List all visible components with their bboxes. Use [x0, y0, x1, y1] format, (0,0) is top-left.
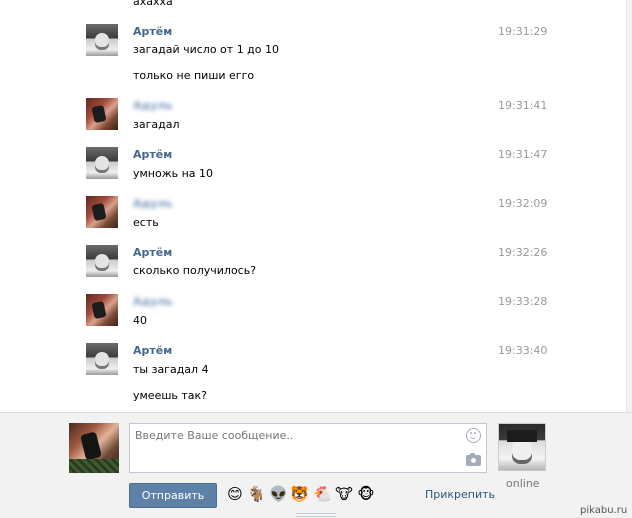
message-input[interactable]: [130, 424, 486, 472]
smile-icon[interactable]: [466, 428, 481, 443]
message-item: Артём 19:33:40 ты загадал 4 умеешь так?: [86, 343, 556, 407]
message-item: Адуль 19:32:09 есть: [86, 196, 556, 232]
author-name[interactable]: Адуль: [133, 99, 173, 112]
avatar[interactable]: [86, 343, 118, 375]
emoji-smile-icon[interactable]: 😊: [226, 485, 244, 503]
avatar[interactable]: [86, 196, 118, 228]
watermark: pikabu.ru: [580, 505, 628, 516]
message-time[interactable]: 19:31:29: [498, 25, 547, 38]
message-item: Адуль 19:33:28 40: [86, 294, 556, 330]
author-name[interactable]: Артём: [133, 148, 172, 161]
message-time[interactable]: 19:31:47: [498, 148, 547, 161]
emoji-goat-icon[interactable]: 🐐: [247, 485, 266, 503]
emoji-cow-icon[interactable]: 🐮: [335, 485, 353, 503]
message-text: 40: [133, 314, 147, 327]
message-history: ахахха Артём 19:31:29 загадай число от 1…: [0, 0, 632, 412]
emoji-tiger-icon[interactable]: 🐯: [290, 485, 309, 503]
message-text: загадал: [133, 118, 180, 131]
message-text: только не пиши егго: [133, 69, 255, 82]
avatar[interactable]: [86, 98, 118, 130]
message-item: Адуль 19:31:41 загадал: [86, 98, 556, 134]
message-input-box: [129, 423, 487, 473]
message-text: ты загадал 4: [133, 363, 209, 376]
resize-handle[interactable]: [296, 513, 336, 517]
camera-icon[interactable]: [466, 453, 481, 466]
message-time[interactable]: 19:32:26: [498, 246, 547, 259]
avatar[interactable]: [86, 147, 118, 179]
message-text: загадай число от 1 до 10: [133, 43, 280, 56]
author-name[interactable]: Адуль: [133, 197, 173, 210]
author-name[interactable]: Артём: [133, 246, 172, 259]
attach-link[interactable]: Прикрепить: [425, 488, 495, 501]
avatar[interactable]: [86, 245, 118, 277]
message-text: умножь на 10: [133, 167, 214, 180]
message-text: умеешь так?: [133, 389, 208, 402]
avatar[interactable]: [86, 294, 118, 326]
emoji-chicken-icon[interactable]: 🐔: [313, 485, 332, 503]
message-time[interactable]: 19:33:40: [498, 344, 547, 357]
author-name[interactable]: Адуль: [133, 295, 173, 308]
message-time[interactable]: 19:31:41: [498, 99, 547, 112]
message-text: ахахха: [133, 0, 173, 8]
message-time[interactable]: 19:32:09: [498, 197, 547, 210]
message-item: Артём 19:31:47 умножь на 10: [86, 147, 556, 183]
message-text: сколько получилось?: [133, 264, 257, 277]
message-composer: Отправить 😊 🐐 👽 🐯 🐔 🐮 🐵 Прикрепить onlin…: [0, 412, 632, 518]
message-item: Артём 19:31:29 загадай число от 1 до 10 …: [86, 24, 556, 88]
emoji-monkey-icon[interactable]: 🐵: [357, 485, 375, 503]
emoji-alien-icon[interactable]: 👽: [269, 485, 288, 503]
my-avatar[interactable]: [69, 423, 119, 473]
peer-status: online: [506, 477, 540, 490]
peer-avatar[interactable]: [498, 423, 546, 471]
avatar[interactable]: [86, 24, 118, 56]
message-item: Артём 19:32:26 сколько получилось?: [86, 245, 556, 281]
author-name[interactable]: Артём: [133, 344, 172, 357]
message-time[interactable]: 19:33:28: [498, 295, 547, 308]
send-button[interactable]: Отправить: [129, 483, 217, 508]
author-name[interactable]: Артём: [133, 25, 172, 38]
scrollbar[interactable]: [626, 0, 632, 412]
message-text: есть: [133, 216, 159, 229]
